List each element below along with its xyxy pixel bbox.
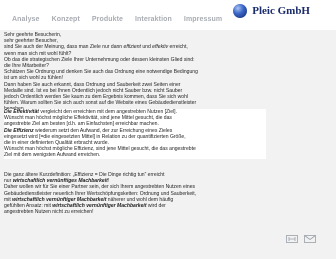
definitions-paragraph: Die Effektivität vergleicht den erreicht… <box>4 109 266 159</box>
text-run: wird der <box>146 203 166 210</box>
text-run: gefühlten Ansatz: mit <box>4 203 53 210</box>
text-run: mit <box>4 196 13 203</box>
text-run: vergleicht den erreichten mit dem angest… <box>38 109 177 115</box>
text-run: effektiv <box>152 44 169 51</box>
term-effektivitaet: Die Effektivität <box>4 109 39 115</box>
nav-item-interaktion[interactable]: Interaktion <box>135 16 172 28</box>
definition-line: Ziel mit dem wenigsten Aufwand erreichen… <box>4 152 101 159</box>
main-nav: Analyse Konzept Produkte Interaktion Imp… <box>0 16 222 28</box>
text-run: näherer und wohl dem häufig <box>106 196 174 203</box>
nav-item-analyse[interactable]: Analyse <box>12 16 40 28</box>
brand-logo: Pleic GmbH <box>233 4 310 18</box>
nav-item-impressum[interactable]: Impressum <box>184 16 222 28</box>
mail-icon[interactable] <box>304 235 316 243</box>
term-effizienz: Die Effizienz <box>4 127 34 134</box>
text-run: und <box>140 44 153 51</box>
nav-item-konzept[interactable]: Konzept <box>52 16 80 28</box>
globe-icon <box>233 4 248 18</box>
text-run: wirtschaftlich vernünftiger Machbarkeit <box>52 203 147 210</box>
phone-icon[interactable] <box>286 235 298 243</box>
intro-paragraph: Sehr geehrte Besucherin, sehr geehrter B… <box>4 32 266 113</box>
text-run: wiederum setzt den Aufwand, der zur Erre… <box>33 127 173 134</box>
text-run: nur <box>4 178 13 185</box>
header-bar: Analyse Konzept Produkte Interaktion Imp… <box>0 0 336 28</box>
text-run: effizient <box>123 44 141 51</box>
brand-name: Pleic GmbH <box>252 5 310 17</box>
text-run: wirtschaftlich vernünftiger Machbarkeit <box>12 196 107 203</box>
text-run: ! <box>107 178 110 185</box>
closing-paragraph: Die ganz ältere Kurzdefinition: „Effizie… <box>4 172 266 215</box>
contact-icons <box>286 235 316 243</box>
text-run: erreicht, <box>168 44 188 51</box>
nav-item-produkte[interactable]: Produkte <box>92 16 123 28</box>
main-content: Sehr geehrte Besucherin, sehr geehrter B… <box>0 30 336 259</box>
text-run: wirtschaftlich vernünftiges Machbarkeit <box>12 178 108 185</box>
text-run: sind Sie auch der Meinung, dass man Ziel… <box>4 44 124 51</box>
closing-line: angestrebten Nutzen nicht zu erreichen! <box>4 209 94 216</box>
